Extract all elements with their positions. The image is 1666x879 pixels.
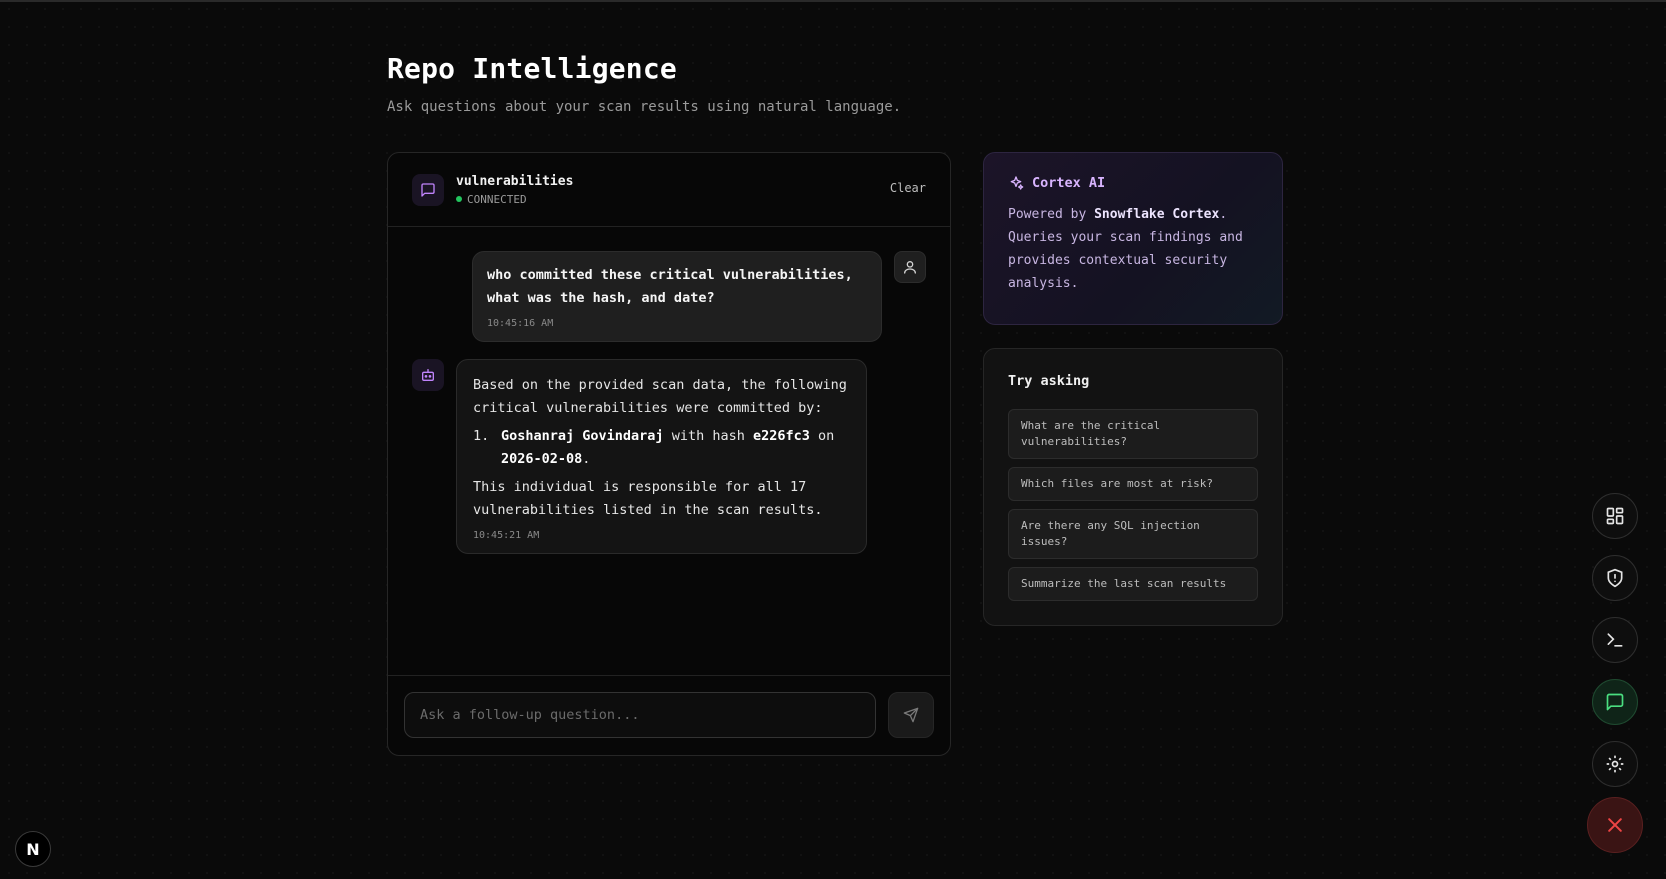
connection-status-label: CONNECTED [467,192,527,206]
send-button[interactable] [888,692,934,738]
suggestion-button[interactable]: Are there any SQL injection issues? [1008,509,1258,559]
chat-title: vulnerabilities [456,173,574,189]
commit-hash: e226fc3 [753,428,810,444]
page-header: Repo Intelligence Ask questions about yo… [387,52,901,115]
security-button[interactable] [1592,555,1638,601]
cortex-text-prefix: Powered by [1008,207,1087,222]
bot-icon [412,359,444,391]
close-button[interactable] [1587,797,1643,853]
shield-icon [1607,568,1623,588]
page-title: Repo Intelligence [387,52,677,85]
chat-header: vulnerabilities CONNECTED Clear [388,153,950,227]
assistant-message-time: 10:45:21 AM [473,530,540,541]
user-icon [894,251,926,283]
cortex-brand: Snowflake Cortex [1094,207,1220,222]
suggestion-button[interactable]: What are the critical vulnerabilities? [1008,409,1258,459]
list-item: 1. Goshanraj Govindaraj with hash e226fc… [473,425,850,471]
suggestions-list: What are the critical vulnerabilities? W… [1008,409,1258,601]
chat-panel: vulnerabilities CONNECTED Clear who comm… [387,152,951,756]
sparkles-icon [1010,176,1024,190]
assistant-outro: This individual is responsible for all 1… [473,479,823,518]
with-hash-text: with hash [671,428,745,444]
assistant-intro: Based on the provided scan data, the fol… [473,377,847,416]
follow-up-input[interactable] [404,692,876,738]
period-text: . [582,451,591,467]
settings-button[interactable] [1592,741,1638,787]
assistant-message: Based on the provided scan data, the fol… [456,359,867,554]
send-icon [903,707,919,723]
dashboard-icon [1606,507,1624,525]
chat-input-bar [388,675,950,755]
nextjs-logo-icon[interactable]: N [15,831,51,867]
terminal-button[interactable] [1592,617,1638,663]
commit-author: Goshanraj Govindaraj [501,428,664,444]
connection-status: CONNECTED [456,193,573,206]
chat-button[interactable] [1592,679,1638,725]
cortex-info-card: Cortex AI Powered by Snowflake Cortex. Q… [983,152,1283,325]
suggestions-title: Try asking [1008,373,1090,389]
nextjs-logo-letter: N [26,839,40,859]
suggestions-card: Try asking What are the critical vulnera… [983,348,1283,626]
commit-date: 2026-02-08 [501,451,583,467]
list-number: 1. [473,428,490,444]
cortex-title: Cortex AI [1008,175,1258,191]
chat-icon [1606,693,1624,711]
dashboard-button[interactable] [1592,493,1638,539]
terminal-icon [1607,633,1623,647]
gear-icon [1606,755,1624,773]
status-dot-icon [456,196,462,202]
suggestion-button[interactable]: Which files are most at risk? [1008,467,1258,501]
user-message-time: 10:45:16 AM [487,318,554,329]
user-message: who committed these critical vulnerabili… [472,251,882,342]
user-message-text: who committed these critical vulnerabili… [487,267,853,306]
suggestion-button[interactable]: Summarize the last scan results [1008,567,1258,601]
list-item-body: Goshanraj Govindaraj with hash e226fc3 o… [501,425,850,471]
cortex-description: Powered by Snowflake Cortex. Queries you… [1008,203,1258,295]
chat-bubble-icon [412,173,444,206]
cortex-title-label: Cortex AI [1032,175,1106,191]
page-subtitle: Ask questions about your scan results us… [387,99,902,115]
clear-button[interactable]: Clear [890,181,926,195]
close-icon [1608,818,1622,832]
on-text: on [818,428,835,444]
